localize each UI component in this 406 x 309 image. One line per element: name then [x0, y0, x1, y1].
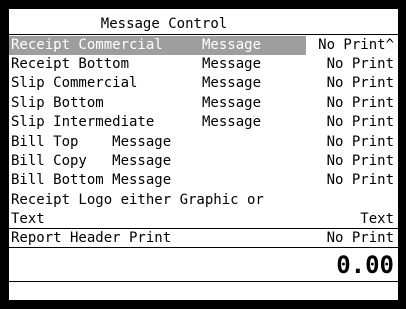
item-label: Receipt Logo either Graphic or — [11, 192, 264, 208]
amount-divider — [9, 281, 398, 282]
screen-title: Message Control — [100, 16, 228, 32]
item-label: Slip Commercial — [11, 75, 138, 91]
amount-display: 0.00 — [336, 251, 394, 279]
list-item-slip-bottom[interactable]: Slip Bottom Message No Print — [9, 94, 398, 113]
item-label: Bill Bottom Message — [11, 172, 172, 188]
list-item-bill-bottom[interactable]: Bill Bottom Message No Print — [9, 171, 398, 190]
item-label: Bill Copy Message — [11, 153, 172, 169]
item-value: No Print^ — [318, 37, 394, 53]
list-item-slip-commercial[interactable]: Slip Commercial Message No Print — [9, 74, 398, 93]
item-label: Text — [11, 211, 45, 227]
title-divider — [9, 34, 398, 35]
item-value: No Print — [326, 114, 394, 130]
item-value: No Print — [326, 172, 394, 188]
item-label: Report Header Print — [11, 230, 172, 246]
item-type: Message — [202, 95, 262, 111]
list-item-bill-copy[interactable]: Bill Copy Message No Print — [9, 152, 398, 171]
item-value: No Print — [326, 95, 394, 111]
item-type: Message — [202, 37, 262, 53]
item-value: No Print — [326, 75, 394, 91]
item-value: No Print — [326, 153, 394, 169]
list-item-report-header[interactable]: Report Header Print No Print — [9, 229, 398, 248]
terminal-screen: Message Control Receipt Commercial Messa… — [9, 9, 398, 300]
list-item-receipt-bottom[interactable]: Receipt Bottom Message No Print — [9, 55, 398, 74]
item-label: Slip Bottom — [11, 95, 104, 111]
item-label: Receipt Bottom — [11, 56, 130, 72]
item-value: No Print — [326, 230, 394, 246]
item-value: No Print — [326, 56, 394, 72]
list-item-receipt-logo[interactable]: Receipt Logo either Graphic or — [9, 191, 398, 210]
item-label: Slip Intermediate — [11, 114, 155, 130]
item-type: Message — [202, 114, 262, 130]
list-item-receipt-commercial[interactable]: Receipt Commercial Message No Print^ — [9, 36, 398, 55]
list-item-bill-top[interactable]: Bill Top Message No Print — [9, 133, 398, 152]
list-item-slip-intermediate[interactable]: Slip Intermediate Message No Print — [9, 113, 398, 132]
item-type: Message — [202, 75, 262, 91]
item-label: Receipt Commercial — [11, 37, 163, 53]
item-value: No Print — [326, 134, 394, 150]
item-label: Bill Top Message — [11, 134, 172, 150]
item-value: Text — [360, 211, 394, 227]
item-type: Message — [202, 56, 262, 72]
row-underline — [9, 247, 398, 248]
list-item-receipt-logo-value[interactable]: Text Text — [9, 210, 398, 229]
